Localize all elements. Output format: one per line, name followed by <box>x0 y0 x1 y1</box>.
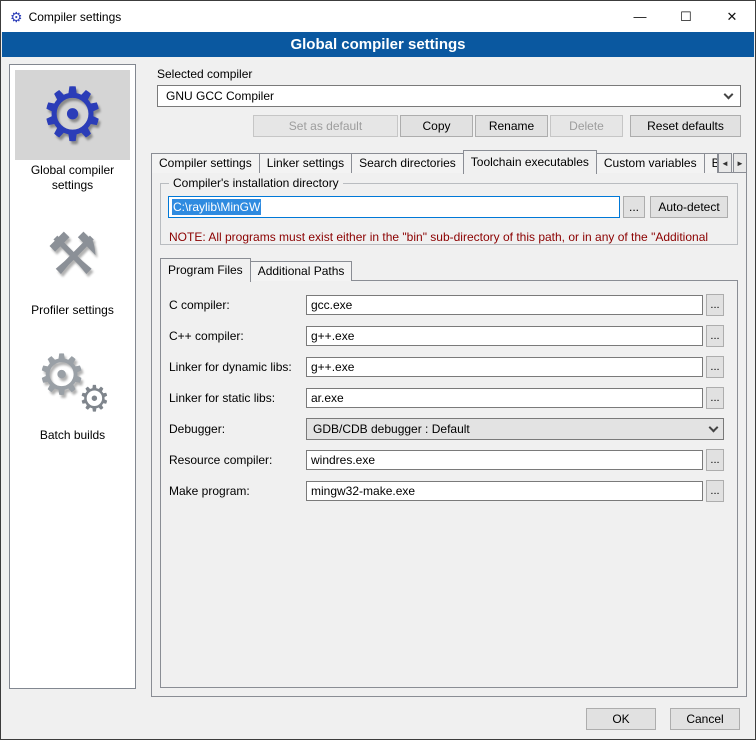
tab-toolchain-executables[interactable]: Toolchain executables <box>463 150 597 174</box>
installation-directory-browse-button[interactable]: ... <box>623 196 645 218</box>
tab-compiler-settings[interactable]: Compiler settings <box>151 153 260 173</box>
cpp-compiler-browse-button[interactable]: ... <box>706 325 724 347</box>
compiler-settings-window: { "colors": { "banner_bg": "#0a58a0", "s… <box>0 0 756 740</box>
minimize-button[interactable]: — <box>617 1 663 32</box>
resource-compiler-row: Resource compiler: windres.exe ... <box>169 449 724 471</box>
ok-button[interactable]: OK <box>586 708 656 730</box>
cpp-compiler-input[interactable]: g++.exe <box>306 326 703 346</box>
installation-directory-input[interactable]: C:\raylib\MinGW <box>168 196 620 218</box>
installation-directory-row: C:\raylib\MinGW ... Auto-detect <box>168 196 730 218</box>
linker-dynamic-browse-button[interactable]: ... <box>706 356 724 378</box>
debugger-row: Debugger: GDB/CDB debugger : Default <box>169 418 724 440</box>
cpp-compiler-value: g++.exe <box>311 329 354 343</box>
tab-scroll-left-icon[interactable]: ◄ <box>718 153 732 173</box>
window-controls: — ☐ ✕ <box>617 1 755 32</box>
settings-category-sidebar: ⚙ Global compiler settings ⚒ Profiler se… <box>9 64 136 689</box>
sidebar-item-label: Batch builds <box>10 427 135 455</box>
c-compiler-input[interactable]: gcc.exe <box>306 295 703 315</box>
toolchain-subtabstrip: Program Files Additional Paths <box>160 258 738 281</box>
sidebar-item-label: Global compiler settings <box>10 162 135 205</box>
c-compiler-browse-button[interactable]: ... <box>706 294 724 316</box>
profiler-tool-icon: ⚒ <box>15 210 130 300</box>
make-program-row: Make program: mingw32-make.exe ... <box>169 480 724 502</box>
tab-custom-variables[interactable]: Custom variables <box>596 153 705 173</box>
cpp-compiler-row: C++ compiler: g++.exe ... <box>169 325 724 347</box>
app-gear-icon: ⚙ <box>10 10 23 24</box>
rename-button[interactable]: Rename <box>475 115 548 137</box>
selected-compiler-value: GNU GCC Compiler <box>166 89 725 103</box>
delete-button[interactable]: Delete <box>550 115 623 137</box>
program-files-form: C compiler: gcc.exe ... C++ compiler: g+… <box>161 281 737 502</box>
resource-compiler-value: windres.exe <box>311 453 375 467</box>
installation-directory-legend: Compiler's installation directory <box>169 176 343 190</box>
tab-build-clipped[interactable]: Build <box>704 153 718 173</box>
make-program-browse-button[interactable]: ... <box>706 480 724 502</box>
resource-compiler-browse-button[interactable]: ... <box>706 449 724 471</box>
main-tabstrip: Compiler settings Linker settings Search… <box>151 149 747 173</box>
chevron-down-icon <box>724 89 734 99</box>
page-title: Global compiler settings <box>2 32 754 57</box>
sidebar-item-label: Profiler settings <box>10 302 135 330</box>
c-compiler-row: C compiler: gcc.exe ... <box>169 294 724 316</box>
cancel-button[interactable]: Cancel <box>670 708 740 730</box>
sidebar-item-global-compiler-settings[interactable]: ⚙ Global compiler settings <box>10 70 135 205</box>
debugger-label: Debugger: <box>169 422 306 436</box>
tab-scroll-right-icon[interactable]: ► <box>733 153 747 173</box>
window-title: Compiler settings <box>29 10 122 24</box>
titlebar[interactable]: ⚙ Compiler settings — ☐ ✕ <box>1 1 755 32</box>
reset-defaults-button[interactable]: Reset defaults <box>630 115 741 137</box>
compiler-buttons-row: Set as default Copy Rename Delete Reset … <box>157 115 741 137</box>
chevron-down-icon <box>709 422 719 432</box>
sidebar-item-batch-builds[interactable]: ⚙⚙ Batch builds <box>10 335 135 455</box>
c-compiler-value: gcc.exe <box>311 298 352 312</box>
maximize-button[interactable]: ☐ <box>663 1 709 32</box>
subtab-program-files[interactable]: Program Files <box>160 258 251 282</box>
linker-static-row: Linker for static libs: ar.exe ... <box>169 387 724 409</box>
linker-dynamic-input[interactable]: g++.exe <box>306 357 703 377</box>
copy-button[interactable]: Copy <box>400 115 473 137</box>
make-program-label: Make program: <box>169 484 306 498</box>
installation-directory-value: C:\raylib\MinGW <box>172 199 261 215</box>
debugger-dropdown[interactable]: GDB/CDB debugger : Default <box>306 418 724 440</box>
tab-linker-settings[interactable]: Linker settings <box>259 153 352 173</box>
selected-compiler-label: Selected compiler <box>157 67 252 81</box>
linker-static-label: Linker for static libs: <box>169 391 306 405</box>
gear-icon: ⚙ <box>15 70 130 160</box>
linker-dynamic-value: g++.exe <box>311 360 354 374</box>
c-compiler-label: C compiler: <box>169 298 306 312</box>
toolchain-executables-panel: Compiler's installation directory C:\ray… <box>151 172 747 697</box>
bin-subdirectory-note: NOTE: All programs must exist either in … <box>169 230 735 244</box>
linker-dynamic-row: Linker for dynamic libs: g++.exe ... <box>169 356 724 378</box>
auto-detect-button[interactable]: Auto-detect <box>650 196 728 218</box>
subtab-additional-paths[interactable]: Additional Paths <box>250 261 353 281</box>
linker-static-value: ar.exe <box>311 391 344 405</box>
set-as-default-button[interactable]: Set as default <box>253 115 398 137</box>
gears-icon: ⚙⚙ <box>15 335 130 425</box>
make-program-input[interactable]: mingw32-make.exe <box>306 481 703 501</box>
resource-compiler-label: Resource compiler: <box>169 453 306 467</box>
program-files-panel: C compiler: gcc.exe ... C++ compiler: g+… <box>160 280 738 688</box>
linker-dynamic-label: Linker for dynamic libs: <box>169 360 306 374</box>
tab-search-directories[interactable]: Search directories <box>351 153 464 173</box>
close-button[interactable]: ✕ <box>709 1 755 32</box>
make-program-value: mingw32-make.exe <box>311 484 415 498</box>
linker-static-input[interactable]: ar.exe <box>306 388 703 408</box>
installation-directory-groupbox: Compiler's installation directory C:\ray… <box>160 183 738 245</box>
sidebar-item-profiler-settings[interactable]: ⚒ Profiler settings <box>10 210 135 330</box>
tab-scrollers: ◄ ► <box>717 153 747 173</box>
debugger-value: GDB/CDB debugger : Default <box>313 422 710 436</box>
selected-compiler-dropdown[interactable]: GNU GCC Compiler <box>157 85 741 107</box>
cpp-compiler-label: C++ compiler: <box>169 329 306 343</box>
linker-static-browse-button[interactable]: ... <box>706 387 724 409</box>
resource-compiler-input[interactable]: windres.exe <box>306 450 703 470</box>
